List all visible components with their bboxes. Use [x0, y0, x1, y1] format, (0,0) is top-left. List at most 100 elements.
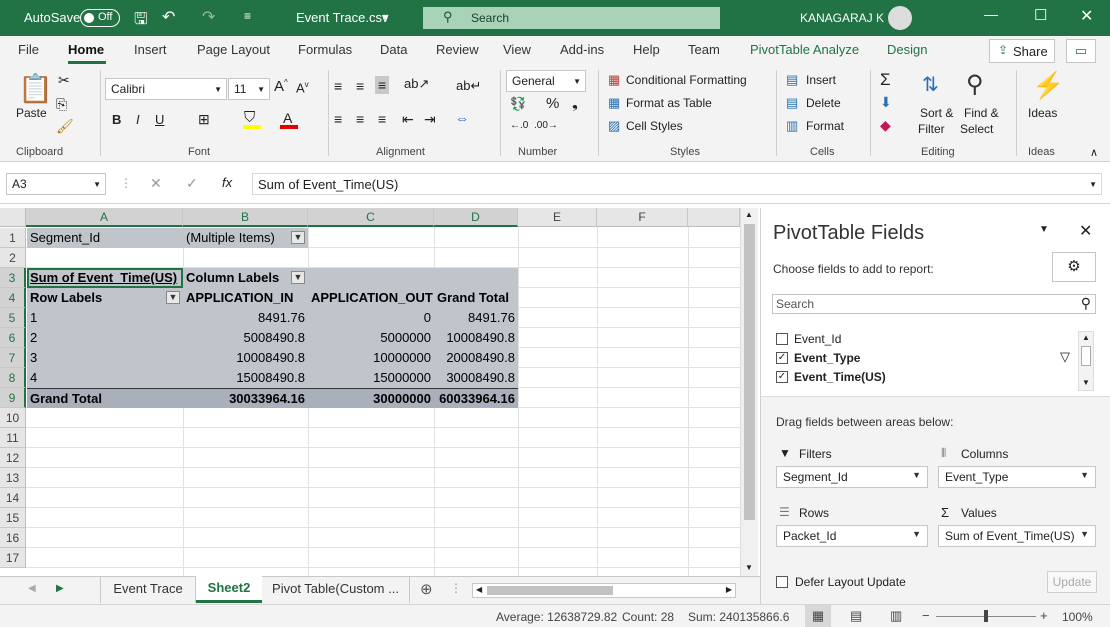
sheet-tab-event-trace[interactable]: Event Trace	[100, 577, 196, 603]
row-header[interactable]: 2	[0, 248, 26, 268]
pivot-value[interactable]: 15008490.8	[183, 368, 308, 388]
ideas-button[interactable]: Ideas	[1028, 106, 1057, 120]
field-list-scrollbar[interactable]: ▲ ▼	[1078, 331, 1094, 391]
worksheet-grid[interactable]: A B C D E F 1 2 3 4 5 6 7 8 9 10 11 12 13 14 15 16 17 Se…	[0, 208, 740, 576]
orientation-icon[interactable]: ab↗	[404, 76, 429, 92]
pivot-value[interactable]: 10008490.8	[183, 348, 308, 368]
comments-icon[interactable]: ▭	[1066, 39, 1096, 63]
copy-icon[interactable]: ⎘	[56, 96, 67, 113]
scroll-down-icon[interactable]: ▼	[745, 563, 753, 572]
page-layout-view-icon[interactable]: ▤	[850, 608, 862, 624]
percent-icon[interactable]: %	[546, 95, 559, 112]
row-header[interactable]: 5	[0, 308, 26, 328]
font-size-select[interactable]: 11 ▼	[228, 78, 270, 100]
gear-icon[interactable]: ⚙	[1052, 252, 1096, 282]
scroll-up-icon[interactable]: ▲	[745, 210, 753, 219]
row-header[interactable]: 1	[0, 228, 26, 248]
avatar[interactable]	[888, 6, 912, 30]
format-painter-icon[interactable]: 🖌	[56, 118, 74, 135]
zoom-out-icon[interactable]: −	[922, 608, 930, 623]
align-middle-icon[interactable]: ≡	[356, 78, 364, 94]
pivot-value[interactable]: 15000000	[308, 368, 434, 388]
tab-team[interactable]: Team	[688, 42, 720, 57]
row-header[interactable]: 15	[0, 508, 26, 528]
customize-toolbar-icon[interactable]: ≡	[244, 9, 251, 23]
select-label[interactable]: Select	[960, 122, 993, 136]
cell-styles-button[interactable]: Cell Styles	[626, 119, 683, 133]
pivot-value[interactable]: 5008490.8	[183, 328, 308, 348]
row-header[interactable]: 7	[0, 348, 26, 368]
rows-area-field[interactable]: Packet_Id ▼	[776, 525, 928, 547]
row-header[interactable]: 8	[0, 368, 26, 388]
field-checkbox[interactable]	[776, 333, 788, 345]
increase-decimal-icon[interactable]: ←.0	[510, 120, 528, 131]
delete-cells-button[interactable]: Delete	[806, 96, 841, 110]
minimize-icon[interactable]: —	[984, 6, 998, 22]
filter-dropdown-icon[interactable]: ▼	[166, 291, 180, 304]
add-sheet-icon[interactable]: ⊕	[420, 580, 433, 598]
redo-icon[interactable]: ↷	[202, 7, 215, 27]
zoom-in-icon[interactable]: +	[1040, 608, 1048, 623]
row-header[interactable]: 11	[0, 428, 26, 448]
grand-total-value[interactable]: 60033964.16	[434, 388, 518, 408]
filter-label[interactable]: Filter	[918, 122, 945, 136]
formula-input[interactable]: Sum of Event_Time(US) ▼	[252, 173, 1102, 195]
conditional-formatting-button[interactable]: Conditional Formatting	[626, 73, 747, 87]
pivot-filter-label[interactable]: Segment_Id	[27, 228, 183, 248]
select-all-corner[interactable]	[0, 208, 26, 227]
tab-file[interactable]: File	[18, 42, 39, 57]
row-header[interactable]: 9	[0, 388, 26, 408]
sort-label[interactable]: Sort &	[920, 106, 953, 120]
values-area-field[interactable]: Sum of Event_Time(US) ▼	[938, 525, 1096, 547]
next-sheet-icon[interactable]: ▶	[56, 583, 64, 594]
pivot-value[interactable]: 8491.76	[183, 308, 308, 328]
column-header[interactable]	[688, 208, 740, 227]
borders-icon[interactable]: ⊞	[198, 111, 210, 128]
font-color-icon[interactable]: A	[283, 110, 292, 126]
sheet-tab-pivot-table[interactable]: Pivot Table(Custom ...	[262, 577, 410, 603]
column-header[interactable]: B	[183, 208, 308, 227]
search-box[interactable]: ⚲ Search	[423, 7, 720, 29]
share-button[interactable]: ⇪ Share	[989, 39, 1055, 63]
insert-cells-button[interactable]: Insert	[806, 73, 836, 87]
fill-color-icon[interactable]: ⛉	[244, 109, 255, 126]
pane-close-icon[interactable]: ✕	[1079, 221, 1092, 241]
row-header[interactable]: 17	[0, 548, 26, 568]
save-icon[interactable]: 🖫	[134, 8, 148, 35]
align-left-icon[interactable]: ≡	[334, 111, 342, 127]
fill-icon[interactable]: ⬇	[880, 94, 892, 111]
tab-help[interactable]: Help	[633, 42, 660, 57]
field-search-input[interactable]: Search ⚲	[772, 294, 1096, 314]
pivot-value[interactable]: 20008490.8	[434, 348, 518, 368]
row-header[interactable]: 13	[0, 468, 26, 488]
zoom-slider-thumb[interactable]	[984, 610, 988, 622]
comma-style-icon[interactable]: ❟	[572, 95, 578, 112]
tab-insert[interactable]: Insert	[134, 42, 167, 57]
find-label[interactable]: Find &	[964, 106, 999, 120]
scroll-left-icon[interactable]: ◀	[476, 585, 482, 594]
row-header[interactable]: 6	[0, 328, 26, 348]
row-header[interactable]: 4	[0, 288, 26, 308]
undo-icon[interactable]: ↶	[162, 7, 175, 27]
row-header[interactable]: 12	[0, 448, 26, 468]
status-average[interactable]: Average: 12638729.82	[496, 610, 617, 624]
row-header[interactable]: 16	[0, 528, 26, 548]
decrease-decimal-icon[interactable]: .00→	[534, 120, 558, 131]
pivot-row-label[interactable]: 2	[27, 328, 183, 348]
tab-data[interactable]: Data	[380, 42, 407, 57]
status-count[interactable]: Count: 28	[622, 610, 674, 624]
update-button[interactable]: Update	[1047, 571, 1097, 593]
pivot-value[interactable]: 8491.76	[434, 308, 518, 328]
status-sum[interactable]: Sum: 240135866.6	[688, 610, 789, 624]
field-checkbox[interactable]: ✓	[776, 371, 788, 383]
pivot-row-label[interactable]: 4	[27, 368, 183, 388]
close-icon[interactable]: ✕	[1080, 6, 1093, 26]
maximize-icon[interactable]: ☐	[1034, 6, 1047, 24]
tab-design[interactable]: Design	[887, 42, 927, 57]
decrease-indent-icon[interactable]: ⇤	[402, 111, 414, 128]
pivot-filter-value[interactable]: (Multiple Items)	[183, 228, 308, 248]
page-break-view-icon[interactable]: ▥	[890, 608, 902, 624]
pivot-col-header[interactable]: APPLICATION_IN	[183, 288, 308, 308]
align-bottom-icon[interactable]: ≡	[375, 76, 390, 94]
merge-center-icon[interactable]: ⇔	[455, 110, 469, 126]
